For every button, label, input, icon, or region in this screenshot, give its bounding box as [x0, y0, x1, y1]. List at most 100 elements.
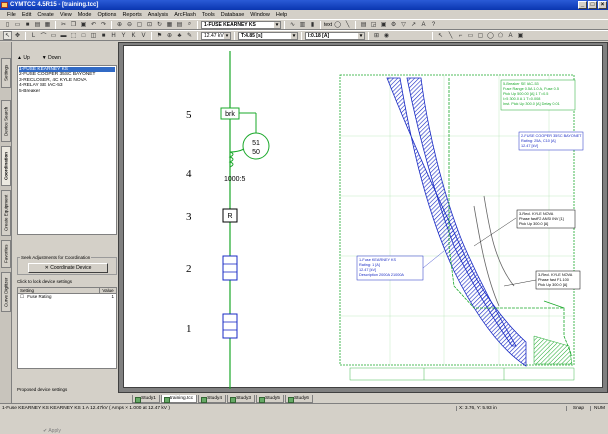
tab-favorites[interactable]: Favorites — [1, 240, 11, 268]
paste-icon[interactable]: ▣ — [79, 20, 88, 29]
tab-study6[interactable]: Study6 — [284, 395, 313, 403]
current-field[interactable]: I:0.18 [A] — [305, 31, 365, 40]
tab-study5[interactable]: Study5 — [256, 395, 284, 403]
tcc-canvas[interactable]: brk 51 50 1000:5 R 5 4 3 2 1 5-Breaker S… — [124, 46, 604, 389]
search-icon[interactable]: ⌕ — [185, 20, 194, 29]
tree-icon[interactable]: ♣ — [175, 31, 184, 40]
flag-icon[interactable]: ⚑ — [155, 31, 164, 40]
l-icon[interactable]: L — [29, 31, 38, 40]
table-row[interactable]: ☐ Fuse Rating 1 — [18, 294, 116, 300]
draw-polygon-icon[interactable]: ⬠ — [496, 31, 505, 40]
box-icon[interactable]: ▭ — [49, 31, 58, 40]
tab-coordination[interactable]: Coordination — [1, 146, 11, 186]
tab-settings[interactable]: Settings — [1, 58, 11, 88]
menu-database[interactable]: Database — [218, 12, 248, 18]
menu-edit[interactable]: Edit — [19, 12, 34, 18]
tab-create-equipment[interactable]: Create Equipment — [1, 190, 11, 236]
snap-icon[interactable]: ◉ — [382, 31, 391, 40]
coordinate-device-button[interactable]: ✕ Coordinate Device — [28, 263, 108, 273]
y-icon[interactable]: Y — [119, 31, 128, 40]
draw-line-icon[interactable]: ╲ — [446, 31, 455, 40]
save-icon[interactable]: ■ — [23, 20, 32, 29]
tab-training-tcc[interactable]: training.tcc — [160, 395, 198, 403]
print-preview-icon[interactable]: ▦ — [43, 20, 52, 29]
menu-window[interactable]: Window — [247, 12, 273, 18]
v-icon[interactable]: V — [139, 31, 148, 40]
lock-icon[interactable]: ⊞ — [372, 31, 381, 40]
bar-icon[interactable]: ▬ — [59, 31, 68, 40]
value-header[interactable]: Value — [100, 288, 116, 293]
refresh-icon[interactable]: ↻ — [155, 20, 164, 29]
table-icon[interactable]: ▤ — [175, 20, 184, 29]
tab-study3[interactable]: Study3 — [227, 395, 256, 403]
graph-icon[interactable]: ◲ — [369, 20, 378, 29]
draw-ellipse-icon[interactable]: ◯ — [486, 31, 495, 40]
arrow-icon[interactable]: ↗ — [409, 20, 418, 29]
k-icon[interactable]: K — [129, 31, 138, 40]
draw-round-rect-icon[interactable]: ▢ — [476, 31, 485, 40]
dark-icon[interactable]: ■ — [99, 31, 108, 40]
tab-curve-digitizer[interactable]: Curve Digitizer — [1, 272, 11, 312]
zoom-window-icon[interactable]: ▢ — [135, 20, 144, 29]
kv-combo[interactable]: 12.47 kV — [201, 31, 231, 40]
new-file-icon[interactable]: ▯ — [3, 20, 12, 29]
bars-icon[interactable]: ▮ — [308, 20, 317, 29]
menu-tools[interactable]: Tools — [199, 12, 218, 18]
draw-polyline-icon[interactable]: ⌐ — [456, 31, 465, 40]
report-icon[interactable]: ▤ — [359, 20, 368, 29]
select-icon[interactable]: ⬚ — [69, 31, 78, 40]
device-icon[interactable]: ▣ — [379, 20, 388, 29]
text-label[interactable]: text — [324, 22, 332, 28]
open-folder-icon[interactable]: ▭ — [13, 20, 22, 29]
h-icon[interactable]: H — [109, 31, 118, 40]
setting-header[interactable]: Setting — [18, 288, 100, 293]
close-button[interactable]: × — [598, 1, 607, 9]
multi-icon[interactable]: ◫ — [89, 31, 98, 40]
chart-icon[interactable]: ▥ — [298, 20, 307, 29]
down-button[interactable]: ▼ Down — [42, 55, 61, 61]
tab-study1[interactable]: Study1 — [132, 395, 160, 403]
grid-icon[interactable]: ▦ — [165, 20, 174, 29]
menu-file[interactable]: File — [4, 12, 19, 18]
zoom-fit-icon[interactable]: ⊡ — [145, 20, 154, 29]
ellipse-icon[interactable]: ◯ — [333, 20, 342, 29]
fuse-1-symbol[interactable] — [222, 313, 238, 339]
pointer-icon[interactable]: ↖ — [3, 31, 12, 40]
device-list[interactable]: 1-FUSE KEARNEY KS 2-FUSE COOPER 35SC BAY… — [17, 65, 117, 235]
print-icon[interactable]: ▤ — [33, 20, 42, 29]
menu-arcflash[interactable]: ArcFlash — [171, 12, 199, 18]
menu-create[interactable]: Create — [34, 12, 57, 18]
draw-image-icon[interactable]: ▣ — [516, 31, 525, 40]
apply-button[interactable]: ✔ Apply — [43, 428, 61, 434]
menu-analysis[interactable]: Analysis — [145, 12, 171, 18]
help-icon[interactable]: ? — [429, 20, 438, 29]
draw-rect-icon[interactable]: ▭ — [466, 31, 475, 40]
move-icon[interactable]: ✥ — [13, 31, 22, 40]
menu-view[interactable]: View — [57, 12, 75, 18]
zoom-in-icon[interactable]: ⊕ — [115, 20, 124, 29]
fuse-2-symbol[interactable] — [222, 255, 238, 281]
minimize-button[interactable]: _ — [578, 1, 587, 9]
tcc-document[interactable]: brk 51 50 1000:5 R 5 4 3 2 1 5-Breaker S… — [123, 45, 604, 389]
tab-device-search[interactable]: Device Search — [1, 100, 11, 142]
curve-icon[interactable]: ⌒ — [39, 31, 48, 40]
plus-icon[interactable]: ⊕ — [165, 31, 174, 40]
list-item[interactable]: 5-Breaker — [19, 89, 115, 94]
maximize-button[interactable]: □ — [588, 1, 597, 9]
zoom-out-icon[interactable]: ⊖ — [125, 20, 134, 29]
time-field[interactable]: T:4.85 [s] — [238, 31, 298, 40]
pen-icon[interactable]: ✎ — [185, 31, 194, 40]
rect-icon[interactable]: □ — [79, 31, 88, 40]
copy-icon[interactable]: ❐ — [69, 20, 78, 29]
filter-icon[interactable]: ▽ — [399, 20, 408, 29]
tab-study4[interactable]: Study4 — [198, 395, 227, 403]
menu-reports[interactable]: Reports — [119, 12, 144, 18]
device-combo[interactable]: 1-FUSE KEARNEY KS — [201, 20, 281, 29]
redo-icon[interactable]: ↷ — [99, 20, 108, 29]
cut-icon[interactable]: ✂ — [59, 20, 68, 29]
draw-text-icon[interactable]: A — [506, 31, 515, 40]
line-icon[interactable]: ╲ — [343, 20, 352, 29]
undo-icon[interactable]: ↶ — [89, 20, 98, 29]
menu-mode[interactable]: Mode — [75, 12, 95, 18]
draw-arrow-icon[interactable]: ↖ — [436, 31, 445, 40]
